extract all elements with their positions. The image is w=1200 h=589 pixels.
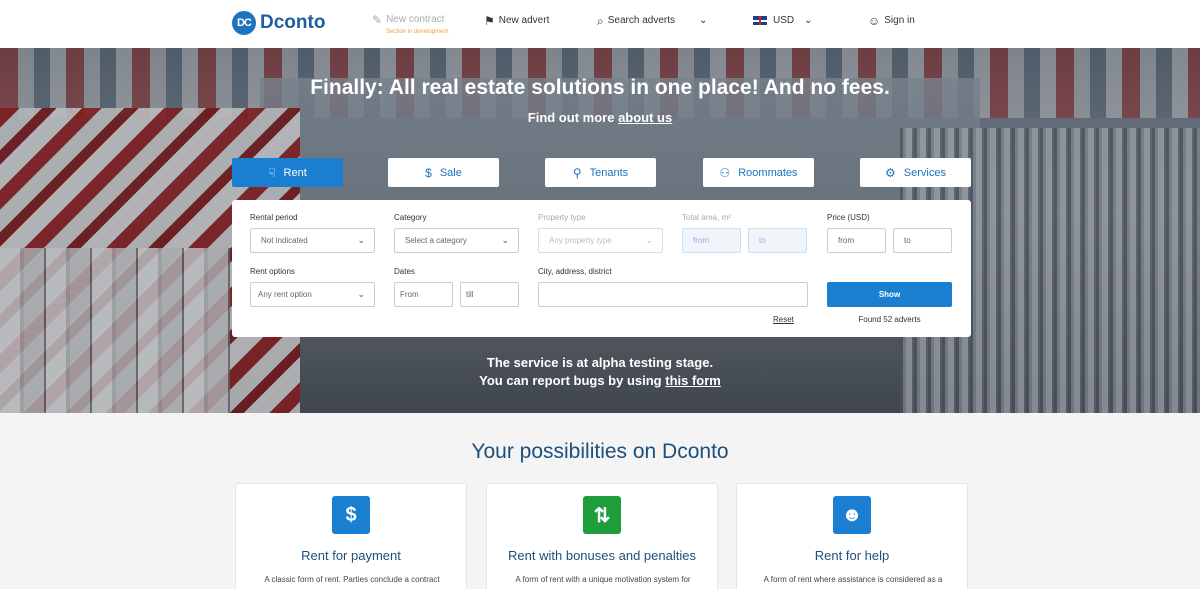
card-title: Rent for payment: [301, 548, 401, 563]
price-label: Price (USD): [827, 213, 870, 222]
nav-new-advert[interactable]: ⚑ New advert: [484, 13, 550, 28]
currency-selector[interactable]: USD ⌄: [753, 15, 813, 26]
tab-roommates[interactable]: ⚇ Roommates: [703, 158, 814, 187]
tab-tenants-label: Tenants: [589, 166, 629, 179]
hero-subtitle-text: Find out more: [527, 110, 615, 125]
chevron-down-icon: ⌄: [501, 235, 509, 245]
user-icon: ☺: [868, 13, 881, 28]
sign-in-label: Sign in: [884, 15, 915, 26]
tab-sale-label: Sale: [439, 166, 462, 179]
card-rent-for-payment[interactable]: $ Rent for payment A classic form of ren…: [235, 483, 467, 589]
section-in-development-note: Section in development: [386, 29, 449, 35]
nav-new-advert-label: New advert: [498, 15, 550, 26]
tab-roommates-label: Roommates: [738, 166, 798, 179]
sign-in-link[interactable]: ☺ Sign in: [868, 13, 915, 28]
top-header: DC Dconto ✎ New contract Section in deve…: [0, 0, 1200, 48]
nav-search-adverts[interactable]: ⌕ Search adverts ⌄: [597, 13, 708, 28]
city-input[interactable]: [538, 282, 808, 307]
reset-link[interactable]: Reset: [773, 315, 794, 324]
category-select[interactable]: Select a category ⌄: [394, 228, 519, 253]
nav-new-contract: ✎ New contract Section in development: [372, 12, 449, 36]
price-to-placeholder: to: [904, 236, 911, 245]
dates-label: Dates: [394, 267, 415, 276]
signpost-icon: ⚑: [484, 13, 495, 28]
date-from-input[interactable]: From: [394, 282, 453, 307]
tab-tenants[interactable]: ⚲ Tenants: [545, 158, 656, 187]
chevron-down-icon: ⌄: [357, 289, 365, 299]
rent-options-value: Any rent option: [258, 290, 312, 299]
property-type-select[interactable]: Any property type ⌄: [538, 228, 663, 253]
tab-rent-label: Rent: [283, 166, 307, 179]
date-from-placeholder: From: [400, 290, 419, 299]
price-from-input[interactable]: from: [827, 228, 886, 253]
section-title: Your possibilities on Dconto: [471, 440, 729, 463]
rent-options-label: Rent options: [250, 267, 295, 276]
rental-period-label: Rental period: [250, 213, 298, 222]
uk-flag-icon: [753, 16, 767, 25]
alpha-notice-line2-text: You can report bugs by using: [479, 373, 662, 388]
about-us-link[interactable]: about us: [618, 110, 672, 125]
tab-services[interactable]: ⚙ Services: [860, 158, 971, 187]
tools-icon: ⚙: [885, 165, 896, 180]
area-from-input[interactable]: from: [682, 228, 741, 253]
property-type-label: Property type: [538, 213, 586, 222]
area-to-input[interactable]: to: [748, 228, 807, 253]
hero-subtitle: Find out more about us: [0, 110, 1200, 125]
card-rent-for-help[interactable]: ☻ Rent for help A form of rent where ass…: [736, 483, 968, 589]
up-down-arrows-icon: ⇅: [583, 496, 621, 534]
card-text: A form of rent where assistance is consi…: [763, 575, 943, 584]
price-from-placeholder: from: [838, 236, 854, 245]
dollar-hand-icon: $: [425, 165, 432, 180]
show-button[interactable]: Show: [827, 282, 952, 307]
tab-sale[interactable]: $ Sale: [388, 158, 499, 187]
property-type-value: Any property type: [549, 236, 612, 245]
search-icon: ⌕: [597, 13, 604, 28]
card-title: Rent for help: [814, 548, 890, 563]
alpha-notice-line1: The service is at alpha testing stage.: [486, 355, 714, 370]
logo-text: Dconto: [260, 12, 326, 33]
chevron-down-icon: ⌄: [357, 235, 365, 245]
logo[interactable]: DC Dconto: [232, 11, 325, 35]
card-text: A classic form of rent. Parties conclude…: [264, 575, 440, 584]
pen-icon: ✎: [372, 12, 383, 27]
rent-options-select[interactable]: Any rent option ⌄: [250, 282, 375, 307]
alpha-notice-line2: You can report bugs by using this form: [0, 372, 1200, 390]
found-count: Found 52 adverts: [858, 315, 921, 324]
nav-new-contract-label: New contract: [386, 14, 445, 25]
category-value: Select a category: [405, 236, 467, 245]
helper-person-icon: ☻: [833, 496, 871, 534]
card-text: A form of rent with a unique motivation …: [515, 575, 691, 584]
city-label: City, address, district: [538, 267, 612, 276]
alpha-notice: The service is at alpha testing stage. Y…: [0, 354, 1200, 390]
hand-key-icon: ☟: [268, 165, 276, 180]
logo-badge: DC: [232, 11, 256, 35]
search-panel: Rental period Not indicated ⌄ Category S…: [232, 200, 971, 337]
tab-services-label: Services: [903, 166, 946, 179]
price-to-input[interactable]: to: [893, 228, 952, 253]
hero-title: Finally: All real estate solutions in on…: [310, 76, 890, 99]
report-bugs-link[interactable]: this form: [665, 373, 721, 388]
chevron-down-icon: ⌄: [645, 235, 653, 245]
nav-search-adverts-label: Search adverts: [607, 15, 675, 26]
area-from-placeholder: from: [693, 236, 709, 245]
card-rent-bonuses-penalties[interactable]: ⇅ Rent with bonuses and penalties A form…: [486, 483, 718, 589]
category-label: Category: [394, 213, 427, 222]
card-title: Rent with bonuses and penalties: [508, 548, 696, 563]
date-till-placeholder: till: [466, 290, 474, 299]
chevron-down-icon: ⌄: [699, 15, 708, 26]
rental-period-select[interactable]: Not indicated ⌄: [250, 228, 375, 253]
currency-label: USD: [773, 15, 795, 26]
tab-rent[interactable]: ☟ Rent: [232, 158, 343, 187]
person-search-icon: ⚲: [572, 165, 582, 180]
date-till-input[interactable]: till: [460, 282, 519, 307]
chevron-down-icon: ⌄: [804, 15, 813, 26]
total-area-label: Total area, m²: [682, 213, 731, 222]
house-dollar-icon: $: [332, 496, 370, 534]
rental-period-value: Not indicated: [261, 236, 308, 245]
group-icon: ⚇: [719, 165, 731, 180]
area-to-placeholder: to: [759, 236, 766, 245]
